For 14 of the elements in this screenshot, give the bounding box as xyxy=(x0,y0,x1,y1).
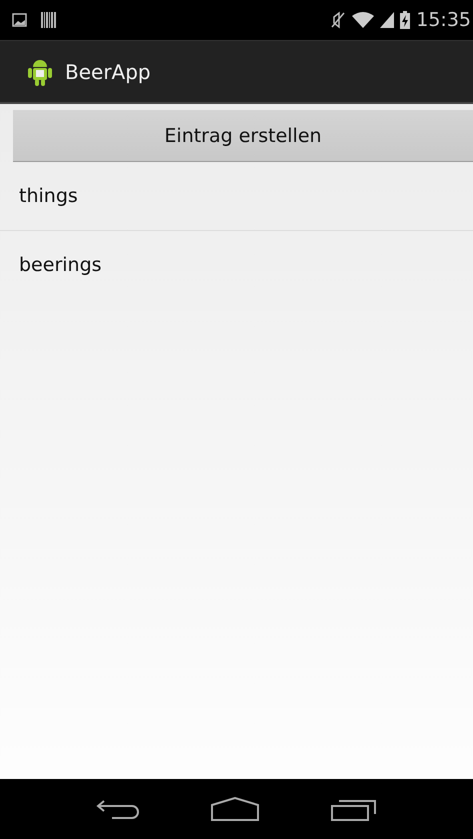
list-item[interactable]: beerings xyxy=(19,254,102,276)
mute-icon xyxy=(330,11,346,29)
app-title: BeerApp xyxy=(65,60,151,84)
status-time: 15:35 xyxy=(416,9,471,31)
create-entry-button[interactable]: Eintrag erstellen xyxy=(13,110,473,162)
recent-apps-icon[interactable] xyxy=(331,797,378,821)
barcode-icon xyxy=(41,12,57,28)
signal-icon xyxy=(380,12,394,28)
back-icon[interactable] xyxy=(96,799,140,819)
battery-icon xyxy=(400,11,410,29)
home-icon[interactable] xyxy=(211,797,260,821)
wifi-icon xyxy=(352,12,374,28)
list-item[interactable]: things xyxy=(19,185,78,207)
gallery-icon xyxy=(12,13,27,27)
